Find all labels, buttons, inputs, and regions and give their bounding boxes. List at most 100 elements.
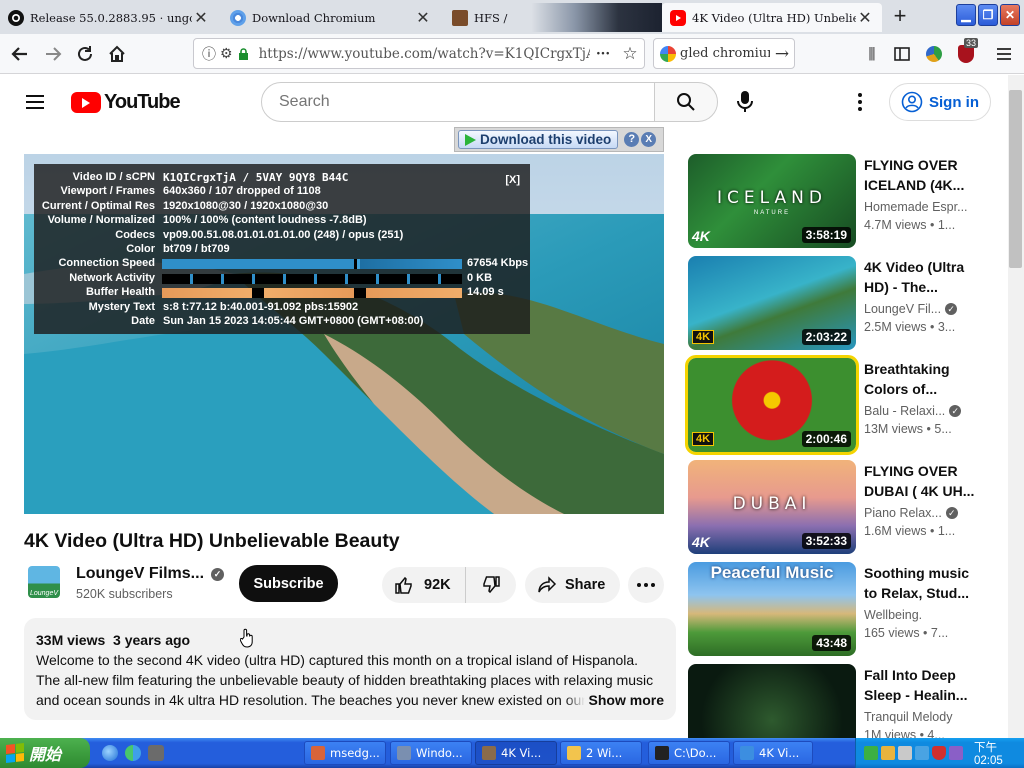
youtube-search-button[interactable] (654, 82, 718, 122)
related-video-channel[interactable]: LoungeV Fil... ✓ (864, 302, 974, 316)
related-video-thumbnail[interactable]: 4K 2:03:22 (688, 256, 856, 350)
taskbar-item[interactable]: 2 Wi... (560, 741, 642, 765)
related-video-card[interactable]: ICELAND NATURE 4K 3:58:19 FLYING OVER ICELAN… (688, 154, 978, 248)
verified-badge-icon: ✓ (945, 303, 958, 315)
related-video-title[interactable]: Fall Into Deep Sleep - Healin... (864, 665, 976, 705)
channel-avatar[interactable]: LoungeV (28, 566, 60, 598)
search-go-icon[interactable]: → (770, 44, 794, 64)
bookmark-star-icon[interactable]: ☆ (616, 44, 644, 64)
stats-value: 100% / 100% (content loudness -7.8dB) (163, 214, 367, 227)
tray-volume-icon[interactable] (898, 746, 912, 760)
tray-shield-icon[interactable] (932, 746, 946, 760)
taskbar-item[interactable]: Windo... (390, 741, 472, 765)
home-button[interactable] (103, 40, 131, 68)
related-video-channel[interactable]: Tranquil Melody (864, 710, 974, 724)
permissions-icon[interactable]: ⚙ (220, 46, 233, 62)
url-bar[interactable]: ⓘ ⚙ https://www.youtube.com/watch?v=K1QI… (193, 38, 645, 69)
ie-quicklaunch-icon[interactable] (102, 745, 118, 761)
maximize-button[interactable]: ❐ (978, 4, 998, 26)
taskbar-item[interactable]: 4K Vi... (475, 741, 557, 765)
tray-network-icon[interactable] (881, 746, 895, 760)
info-icon[interactable]: ⓘ (202, 44, 216, 64)
more-actions-button[interactable] (628, 567, 664, 603)
home-icon (109, 45, 125, 62)
related-video-thumbnail[interactable]: Peaceful Music 43:48 (688, 562, 856, 656)
scrollbar-thumb[interactable] (1009, 90, 1022, 268)
github-icon (8, 9, 24, 26)
share-button[interactable]: Share (525, 567, 620, 603)
tab-hfs[interactable]: HFS / (444, 3, 662, 32)
new-tab-button[interactable]: + (888, 5, 912, 29)
close-window-button[interactable]: ✕ (1000, 4, 1020, 26)
taskbar-item[interactable]: C:\Do... (648, 741, 730, 765)
stats-graph-net (162, 273, 462, 284)
video-duration: 3:58:19 (801, 227, 851, 243)
related-video-title[interactable]: 4K Video (Ultra HD) - The... (864, 257, 976, 297)
start-button[interactable]: 開始 (0, 738, 90, 768)
related-video-title[interactable]: Breathtaking Colors of... (864, 359, 976, 399)
related-video-card[interactable]: Peaceful Music 43:48 Soothing music to Rel… (688, 562, 978, 656)
search-icon (677, 93, 695, 111)
edge-quicklaunch-icon[interactable] (125, 745, 141, 761)
download-video-label: Download this video (480, 132, 612, 147)
youtube-logo[interactable]: YouTube (71, 91, 181, 114)
app-quicklaunch-icon[interactable] (148, 745, 164, 761)
sidebar-toggle-icon[interactable] (888, 40, 916, 68)
subscribe-button[interactable]: Subscribe (239, 565, 338, 602)
sign-in-button[interactable]: Sign in (889, 83, 991, 121)
taskbar-app-icon (482, 746, 496, 760)
tab-youtube-video[interactable]: 4K Video (Ultra HD) Unbelievable ✕ (662, 3, 882, 32)
taskbar-item[interactable]: msedg... (304, 741, 386, 765)
related-video-card[interactable]: 4K 2:03:22 4K Video (Ultra HD) - The... Lou… (688, 256, 978, 350)
related-video-thumbnail[interactable]: DUBAI 4K 3:52:33 (688, 460, 856, 554)
related-video-channel[interactable]: Balu - Relaxi... ✓ (864, 404, 974, 418)
hamburger-menu-icon[interactable] (990, 40, 1018, 68)
related-video-card[interactable]: DUBAI 4K 3:52:33 FLYING OVER DUBAI ( 4K UH.… (688, 460, 978, 554)
tray-app-icon[interactable] (915, 746, 929, 760)
minimize-button[interactable]: ▁ (956, 4, 976, 26)
like-button[interactable]: 92K (382, 567, 466, 603)
search-bar[interactable]: gled chromium → (653, 38, 795, 69)
taskbar-item[interactable]: 4K Vi... (733, 741, 813, 765)
voice-search-icon[interactable] (735, 90, 757, 116)
show-more-link[interactable]: Show more (564, 690, 664, 710)
library-icon[interactable]: ⫼ (858, 40, 886, 68)
stats-key: Codecs (115, 228, 155, 241)
download-help-button[interactable]: ? (624, 132, 640, 147)
forward-button[interactable] (39, 40, 67, 68)
youtube-search-input[interactable]: Search (261, 82, 655, 122)
related-video-card[interactable]: 4K 2:00:46 Breathtaking Colors of... Balu -… (685, 355, 978, 455)
reload-button[interactable] (71, 40, 99, 68)
close-tab-icon[interactable]: ✕ (856, 8, 874, 27)
extension-globe-icon[interactable] (920, 40, 948, 68)
close-tab-icon[interactable]: ✕ (192, 8, 210, 27)
related-video-thumbnail[interactable]: ICELAND NATURE 4K 3:58:19 (688, 154, 856, 248)
related-video-title[interactable]: Soothing music to Relax, Stud... (864, 563, 976, 603)
close-tab-icon[interactable]: ✕ (414, 8, 432, 27)
related-video-title[interactable]: FLYING OVER DUBAI ( 4K UH... (864, 461, 976, 501)
related-video-channel[interactable]: Piano Relax... ✓ (864, 506, 974, 520)
related-video-title[interactable]: FLYING OVER ICELAND (4K... (864, 155, 976, 195)
related-video-channel[interactable]: Homemade Espr... (864, 200, 974, 214)
stats-key: Mystery Text (88, 300, 155, 313)
view-count: 33M views (36, 632, 106, 648)
back-button[interactable] (6, 40, 34, 68)
video-description-box[interactable]: 33M views 3 years ago Welcome to the sec… (24, 618, 676, 720)
download-close-button[interactable]: X (641, 132, 657, 147)
channel-name[interactable]: LoungeV Films... (76, 565, 204, 583)
video-duration: 2:00:46 (801, 431, 851, 447)
hfs-icon (452, 9, 468, 26)
page-actions-menu[interactable]: ··· (590, 46, 616, 62)
related-video-thumbnail[interactable]: 4K 2:00:46 (685, 355, 859, 455)
download-video-button[interactable]: Download this video (458, 130, 619, 149)
dislike-button[interactable] (466, 567, 516, 603)
tab-download-chromium[interactable]: Download Chromium ✕ (222, 3, 440, 32)
guide-menu-icon[interactable] (24, 92, 48, 112)
tray-ime-icon[interactable] (949, 746, 963, 760)
related-video-channel[interactable]: Wellbeing. (864, 608, 974, 622)
stats-value: 1920x1080@30 / 1920x1080@30 (163, 199, 329, 212)
more-options-icon[interactable] (853, 92, 867, 112)
stats-graph-buf (162, 288, 462, 299)
tab-github-release[interactable]: Release 55.0.2883.95 · ungoogled ✕ (0, 3, 218, 32)
tray-battery-icon[interactable] (864, 746, 878, 760)
